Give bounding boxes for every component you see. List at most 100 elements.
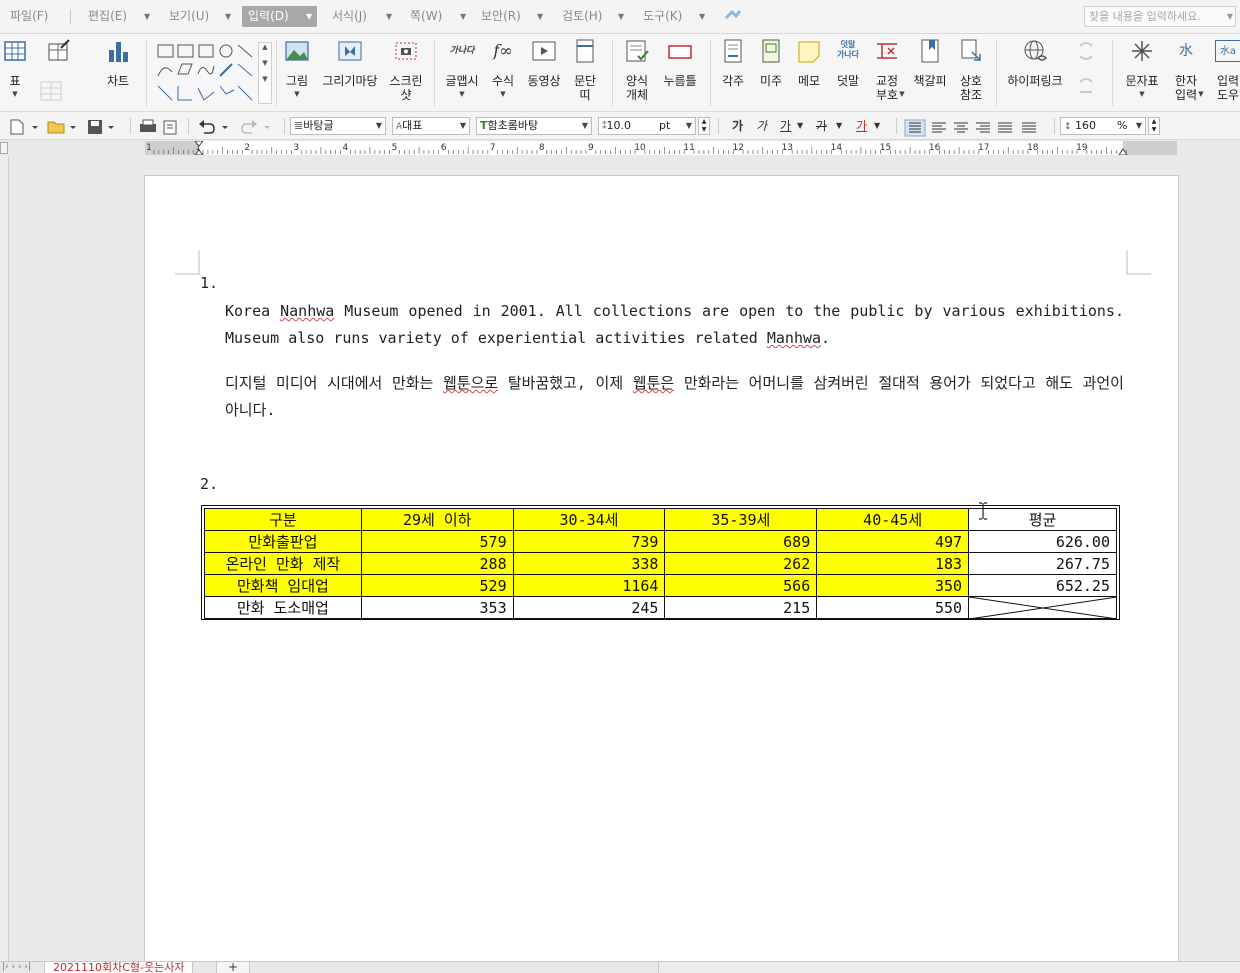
memo-button[interactable]: 메모: [792, 38, 826, 108]
font-size-select[interactable]: ⁑10.0 pt ▼: [598, 117, 696, 135]
menu-review[interactable]: 검토(H) ▼: [562, 6, 624, 27]
table-cell[interactable]: 529: [360, 574, 514, 597]
table-cell[interactable]: 288: [360, 552, 514, 575]
header-cell[interactable]: 30-34세: [512, 508, 666, 531]
table-style-button[interactable]: [36, 38, 82, 68]
open-folder-icon[interactable]: [46, 117, 82, 137]
table-cell[interactable]: 566: [664, 574, 818, 597]
font-color-button[interactable]: 가: [856, 118, 867, 134]
screenshot-button[interactable]: 스크린 샷: [386, 38, 426, 108]
picture-button[interactable]: 그림 ▼: [280, 38, 314, 108]
horizontal-ruler[interactable]: 1 1 2 3 4 5 6 7 8 9 10 11 12 13 14 15 16 17 18 19: [0, 140, 1240, 156]
font-size-spinner[interactable]: ▲ ▼: [698, 117, 710, 135]
table-cell[interactable]: 689: [664, 530, 818, 553]
table-cell[interactable]: 579: [360, 530, 514, 553]
paragraph-english[interactable]: Korea Nanhwa Museum opened in 2001. All …: [225, 298, 1124, 352]
proof-mark-button[interactable]: 교정 부호 ▼: [868, 38, 906, 108]
table-cell[interactable]: 183: [816, 552, 970, 575]
menu-tools[interactable]: 도구(K) ▼: [643, 6, 705, 27]
hanja-input-button[interactable]: 水 한자 입력 ▼: [1166, 38, 1206, 108]
cross-reference-button[interactable]: 상호 참조: [952, 38, 990, 108]
redo-icon[interactable]: [238, 117, 278, 137]
vertical-ruler[interactable]: [0, 156, 9, 961]
link-prev-button[interactable]: [1072, 38, 1102, 68]
table-cell[interactable]: 245: [512, 596, 666, 619]
average-cell[interactable]: 652.25: [968, 574, 1117, 597]
overlay-text-button[interactable]: 덧말 가나다 덧말: [830, 38, 866, 108]
ruler-corner-button[interactable]: [0, 142, 8, 154]
input-helper-button[interactable]: 水a 입력 도우: [1208, 38, 1240, 108]
bookmark-button[interactable]: 책갈피: [910, 38, 950, 108]
header-cell[interactable]: 구분: [204, 508, 362, 531]
paragraph-band-button[interactable]: 문단 띠: [568, 38, 602, 108]
header-cell[interactable]: 평균: [968, 508, 1117, 531]
alignment-buttons[interactable]: [904, 118, 1052, 138]
table-cell-button[interactable]: [36, 78, 66, 104]
tab-navigation[interactable]: |‹ ‹ › ›|: [2, 962, 31, 972]
average-cell[interactable]: 626.00: [968, 530, 1117, 553]
table-cell[interactable]: 1164: [512, 574, 666, 597]
form-object-button[interactable]: 양식 개체: [618, 38, 656, 108]
menu-page[interactable]: 쪽(W) ▼: [410, 6, 466, 27]
new-document-icon[interactable]: [8, 117, 44, 137]
symbol-button[interactable]: 문자표 ▼: [1120, 38, 1164, 108]
chevron-down-icon[interactable]: ▼: [836, 118, 842, 134]
paragraph-korean[interactable]: 디지털 미디어 시대에서 만화는 웹툰으로 탈바꿈했고, 이제 웹툰은 만화라는…: [225, 370, 1124, 424]
menu-view[interactable]: 보기(U) ▼: [169, 6, 231, 27]
document-tab[interactable]: 2021110회차C형-웃는사자: [44, 962, 194, 973]
table-button[interactable]: 표 ▼: [0, 38, 30, 108]
header-cell[interactable]: 35-39세: [664, 508, 818, 531]
table-cell[interactable]: 350: [816, 574, 970, 597]
chevron-down-icon[interactable]: ▼: [797, 118, 803, 134]
video-button[interactable]: 동영상: [524, 38, 564, 108]
table-cell[interactable]: 497: [816, 530, 970, 553]
row-label-cell[interactable]: 만화책 임대업: [204, 574, 362, 597]
drawing-button[interactable]: 그리기마당: [318, 38, 382, 108]
header-cell[interactable]: 29세 이하: [360, 508, 514, 531]
average-cell[interactable]: 267.75: [968, 552, 1117, 575]
table-cell[interactable]: 338: [512, 552, 666, 575]
bold-button[interactable]: 가: [732, 118, 743, 134]
diagonal-cell[interactable]: [968, 596, 1118, 619]
wordart-button[interactable]: 가나다 글맵시 ▼: [440, 38, 484, 108]
row-label-cell[interactable]: 만화 도소매업: [204, 596, 362, 619]
menu-edit[interactable]: 편집(E) ▼: [88, 6, 150, 27]
font-select[interactable]: T함초롬바탕 ▼: [476, 117, 592, 135]
underline-button[interactable]: 가: [780, 118, 791, 134]
equation-button[interactable]: f∞ 수식 ▼: [486, 38, 520, 108]
table-cell[interactable]: 353: [360, 596, 514, 619]
strikethrough-button[interactable]: 가: [816, 118, 827, 134]
shapes-gallery[interactable]: [156, 42, 258, 104]
table-cell[interactable]: 215: [664, 596, 818, 619]
menu-file[interactable]: 파일(F): [10, 6, 48, 27]
row-label-cell[interactable]: 온라인 만화 제작: [204, 552, 362, 575]
save-icon[interactable]: [86, 117, 122, 137]
undo-icon[interactable]: [196, 117, 236, 137]
language-select[interactable]: A대표 ▼: [392, 117, 470, 135]
endnote-button[interactable]: 미주: [754, 38, 788, 108]
link-next-button[interactable]: [1072, 74, 1102, 104]
table-cell[interactable]: 550: [816, 596, 970, 619]
menu-input[interactable]: 입력(D) ▼: [242, 6, 317, 27]
add-tab-button[interactable]: +: [216, 961, 250, 973]
chart-button[interactable]: 차트: [100, 38, 136, 108]
hyperlink-button[interactable]: 하이퍼링크: [1002, 38, 1068, 108]
shapes-scroll[interactable]: ▲ ▼ ▼: [258, 42, 272, 104]
menu-security[interactable]: 보안(R) ▼: [481, 6, 543, 27]
italic-button[interactable]: 가: [756, 118, 767, 134]
menu-format[interactable]: 서식(J) ▼: [332, 6, 392, 27]
table-cell[interactable]: 739: [512, 530, 666, 553]
data-table[interactable]: 구분 29세 이하 30-34세 35-39세 40-45세 평균 만화출판업 …: [201, 505, 1120, 620]
field-button[interactable]: 누름틀: [660, 38, 700, 108]
search-input[interactable]: 찾을 내용을 입력하세요. ▼: [1084, 6, 1236, 27]
footnote-button[interactable]: 각주: [716, 38, 750, 108]
horizontal-scrollbar[interactable]: [658, 962, 1240, 973]
zoom-select[interactable]: ↕ 160% ▼: [1060, 117, 1146, 135]
print-icon[interactable]: [138, 117, 182, 137]
row-label-cell[interactable]: 만화출판업: [204, 530, 362, 553]
extra-tool-icon[interactable]: [724, 8, 742, 29]
style-select[interactable]: ≣바탕글 ▼: [290, 117, 386, 135]
zoom-spinner[interactable]: ▲ ▼: [1148, 117, 1160, 135]
table-cell[interactable]: 262: [664, 552, 818, 575]
header-cell[interactable]: 40-45세: [816, 508, 970, 531]
